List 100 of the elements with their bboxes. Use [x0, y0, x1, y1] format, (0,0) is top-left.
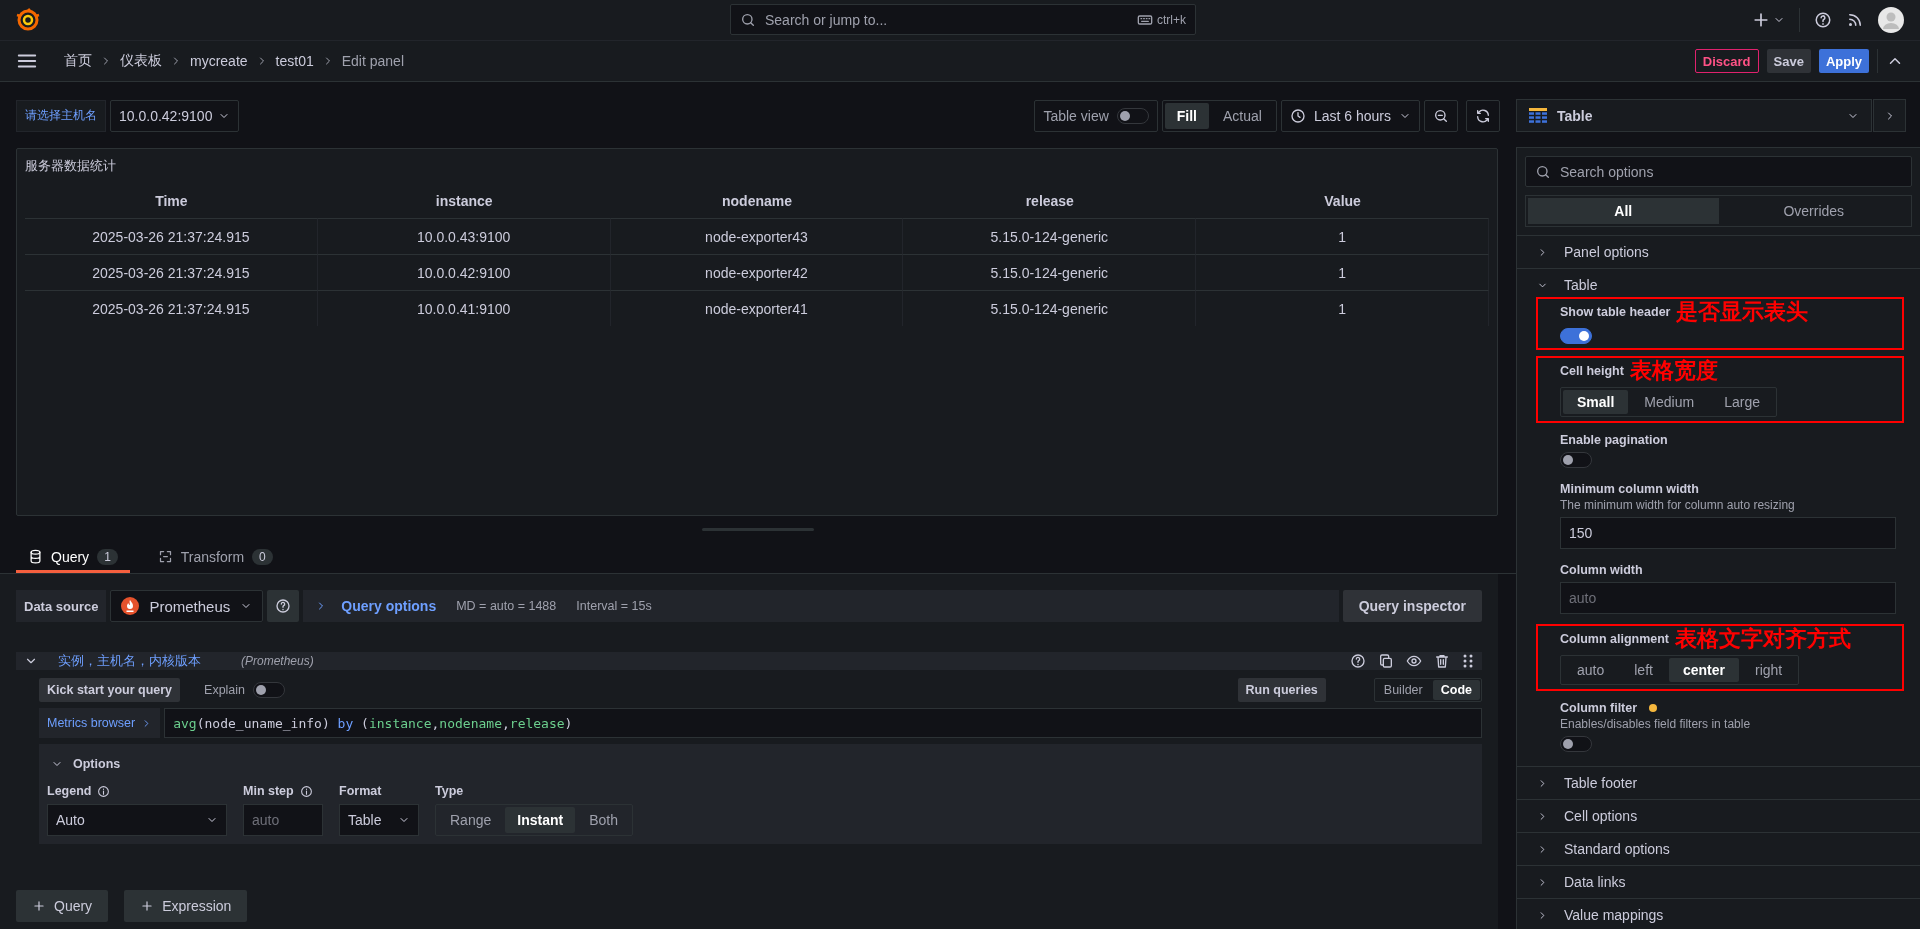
plus-icon — [32, 899, 46, 913]
variable-label: 请选择主机名 — [16, 99, 106, 132]
segment-option[interactable]: center — [1668, 658, 1739, 682]
table-cell: 1 — [1196, 218, 1489, 254]
table-cell: 2025-03-26 21:37:24.915 — [25, 254, 318, 290]
table-cell: 5.15.0-124-generic — [903, 290, 1197, 326]
breadcrumb-link[interactable]: test01 — [275, 53, 314, 69]
corners-icon — [157, 549, 173, 564]
segment-option[interactable]: Instant — [505, 807, 576, 833]
table-cell: 1 — [1196, 254, 1489, 290]
legend-select[interactable]: Auto — [47, 804, 227, 836]
option-label: Show table header — [1560, 305, 1671, 319]
segment-option[interactable]: Code — [1432, 680, 1480, 700]
query-tab[interactable]: Transform 0 — [145, 543, 285, 573]
toggle-switch[interactable] — [253, 682, 286, 698]
breadcrumb-link[interactable]: Edit panel — [341, 53, 404, 69]
min-step-input[interactable]: auto — [243, 804, 323, 836]
annotation-text: 表格宽度 — [1629, 360, 1718, 382]
zoom-out-icon — [1433, 107, 1449, 124]
toggle-switch[interactable] — [1560, 736, 1592, 752]
drag-handle-icon[interactable] — [1462, 653, 1474, 669]
column-header[interactable]: release — [903, 183, 1197, 218]
help-icon — [275, 598, 292, 614]
segment-option[interactable]: Actual — [1211, 102, 1274, 129]
segment-option[interactable]: left — [1620, 658, 1667, 682]
column-header[interactable]: Value — [1196, 183, 1489, 218]
breadcrumb-link[interactable]: 仪表板 — [120, 52, 162, 70]
action-button[interactable]: Save — [1766, 49, 1811, 73]
section-header[interactable]: Table — [1517, 269, 1920, 301]
segment-option[interactable]: Large — [1710, 390, 1774, 414]
segment-option[interactable]: Fill — [1164, 102, 1209, 129]
run-queries-button[interactable]: Run queries — [1237, 678, 1326, 702]
table-icon — [1529, 107, 1547, 124]
search-options-field[interactable]: Search options — [1525, 156, 1912, 187]
segment-option[interactable]: Builder — [1375, 680, 1431, 700]
query-options-toggle[interactable]: Query options — [315, 598, 437, 614]
zoom-out-button[interactable] — [1424, 99, 1458, 132]
time-range-picker[interactable]: Last 6 hours — [1280, 99, 1420, 132]
options-tab[interactable]: All — [1528, 198, 1719, 224]
text-input[interactable]: 150 — [1560, 517, 1896, 549]
section-header[interactable]: Panel options — [1517, 236, 1920, 268]
breadcrumb-link[interactable]: 首页 — [64, 52, 92, 70]
variable-dropdown[interactable]: 10.0.0.42:9100 — [110, 99, 240, 132]
table-view-toggle[interactable]: Table view — [1034, 99, 1158, 132]
toggle-switch[interactable] — [1560, 328, 1592, 344]
query-datasource: (Prometheus) — [241, 654, 314, 668]
format-select[interactable]: Table — [339, 804, 419, 836]
kick-start-button[interactable]: Kick start your query — [39, 678, 181, 702]
table-cell: 10.0.0.42:9100 — [317, 254, 611, 290]
segment-option[interactable]: right — [1740, 658, 1797, 682]
help-icon[interactable] — [1814, 11, 1832, 29]
options-tab[interactable]: Overrides — [1718, 198, 1909, 224]
section-header[interactable]: Table footer — [1517, 767, 1920, 799]
toggle-switch[interactable] — [1116, 107, 1149, 124]
database-icon — [28, 549, 43, 564]
action-button[interactable]: Discard — [1694, 49, 1759, 73]
breadcrumb-link[interactable]: mycreate — [190, 53, 248, 69]
avatar-icon[interactable] — [1878, 7, 1904, 33]
info-icon — [299, 784, 313, 798]
copy-icon[interactable] — [1378, 653, 1394, 669]
table-cell: 5.15.0-124-generic — [903, 254, 1197, 290]
table-cell: 10.0.0.41:9100 — [317, 290, 611, 326]
data-source-picker[interactable]: Prometheus — [110, 590, 264, 622]
interval-text: Interval = 15s — [576, 599, 652, 613]
section-header[interactable]: Data links — [1517, 866, 1920, 898]
query-editor[interactable]: avg(node_uname_info) by (instance,nodename,release) — [164, 708, 1482, 738]
section-header[interactable]: Value mappings — [1517, 899, 1920, 929]
resize-handle[interactable] — [702, 528, 814, 531]
clock-icon — [1289, 107, 1306, 124]
help-icon[interactable] — [1350, 653, 1366, 669]
trash-icon[interactable] — [1434, 653, 1450, 669]
column-header[interactable]: nodename — [610, 183, 904, 218]
segment-option[interactable]: Range — [438, 807, 504, 833]
segment-option[interactable]: Medium — [1630, 390, 1709, 414]
table-cell: 5.15.0-124-generic — [903, 218, 1197, 254]
section-header[interactable]: Cell options — [1517, 800, 1920, 832]
action-button[interactable]: Apply — [1818, 49, 1869, 73]
text-input[interactable]: auto — [1560, 582, 1896, 614]
logo-icon[interactable] — [16, 8, 40, 32]
section-header[interactable]: Standard options — [1517, 833, 1920, 865]
option-label: Column alignment — [1560, 632, 1670, 646]
panel-title: 服务器数据统计 — [25, 157, 117, 175]
add-button[interactable]: Expression — [124, 890, 248, 922]
column-header[interactable]: Time — [25, 183, 318, 218]
toggle-switch[interactable] — [1560, 452, 1592, 468]
query-inspector-button[interactable]: Query inspector — [1342, 590, 1482, 622]
field-label: Min step — [243, 784, 294, 798]
query-name[interactable]: 实例，主机名，内核版本 — [58, 652, 201, 670]
refresh-button[interactable] — [1466, 99, 1500, 132]
column-header[interactable]: instance — [317, 183, 611, 218]
segment-option[interactable]: Both — [577, 807, 630, 833]
help-button[interactable] — [267, 590, 300, 622]
add-button[interactable]: Query — [16, 890, 109, 922]
visualization-picker[interactable]: Table — [1516, 99, 1872, 132]
segment-option[interactable]: auto — [1563, 658, 1619, 682]
metrics-browser-button[interactable]: Metrics browser — [39, 708, 161, 738]
segment-option[interactable]: Small — [1563, 390, 1629, 414]
field-label: Data source — [16, 590, 107, 622]
eye-icon[interactable] — [1406, 653, 1422, 669]
rss-icon[interactable] — [1846, 11, 1864, 29]
